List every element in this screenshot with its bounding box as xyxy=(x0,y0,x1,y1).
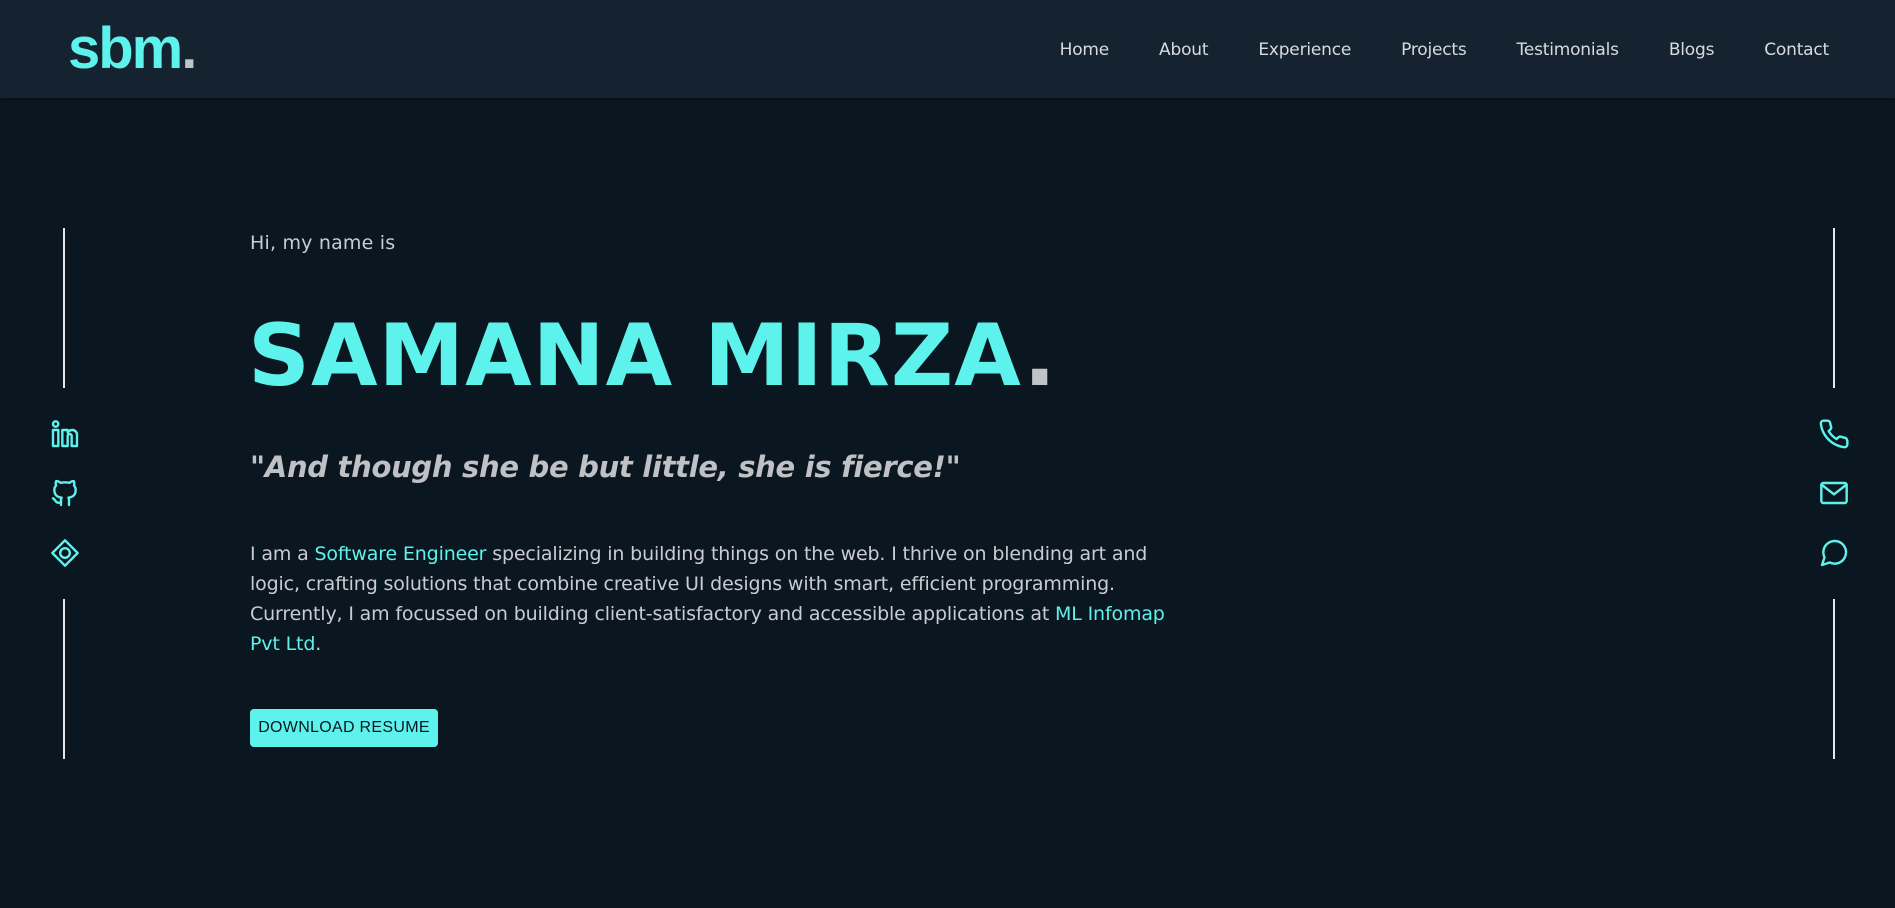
nav-testimonials[interactable]: Testimonials xyxy=(1517,38,1619,62)
logo-text: sbm xyxy=(68,16,183,81)
left-divider-bottom xyxy=(63,599,65,759)
bio-text-1: I am a xyxy=(250,543,315,565)
hero-name: SAMANA MIRZA. xyxy=(248,306,1057,406)
main-nav: Home About Experience Projects Testimoni… xyxy=(1010,38,1830,62)
linkedin-icon[interactable] xyxy=(48,417,82,451)
right-divider-top xyxy=(1833,228,1835,388)
phone-icon[interactable] xyxy=(1817,417,1851,451)
hero-quote: "And though she be but little, she is fi… xyxy=(250,450,961,484)
hero-name-text: SAMANA MIRZA xyxy=(248,306,1024,406)
nav-blogs[interactable]: Blogs xyxy=(1669,38,1715,62)
site-header: sbm. Home About Experience Projects Test… xyxy=(0,0,1895,98)
right-divider-bottom xyxy=(1833,599,1835,759)
nav-experience[interactable]: Experience xyxy=(1258,38,1351,62)
chat-icon[interactable] xyxy=(1817,536,1851,570)
nav-home[interactable]: Home xyxy=(1060,38,1110,62)
nav-contact[interactable]: Contact xyxy=(1764,38,1829,62)
mail-icon[interactable] xyxy=(1817,476,1851,510)
location-pin-icon[interactable] xyxy=(48,536,82,570)
site-logo[interactable]: sbm. xyxy=(68,16,197,82)
logo-dot: . xyxy=(181,16,197,81)
hero-greeting: Hi, my name is xyxy=(250,232,396,254)
github-icon[interactable] xyxy=(48,476,82,510)
download-resume-button[interactable]: DOWNLOAD RESUME xyxy=(250,709,438,747)
bio-text-3: . xyxy=(315,633,322,655)
hero-name-dot: . xyxy=(1023,306,1058,406)
left-divider-top xyxy=(63,228,65,388)
nav-about[interactable]: About xyxy=(1159,38,1208,62)
bio-role-highlight: Software Engineer xyxy=(314,543,487,565)
hero-bio: I am a Software Engineer specializing in… xyxy=(250,539,1200,659)
nav-projects[interactable]: Projects xyxy=(1401,38,1467,62)
